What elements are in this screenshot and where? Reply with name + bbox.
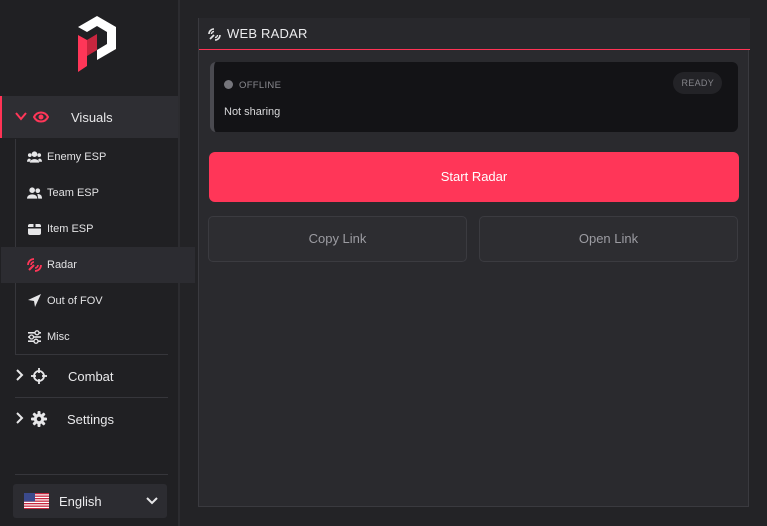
subnav-enemy-esp-label: Enemy ESP xyxy=(47,151,107,163)
subnav-item-esp-label: Item ESP xyxy=(47,223,94,235)
nav-settings[interactable]: Settings xyxy=(0,398,178,440)
eye-icon xyxy=(33,111,49,123)
status-indicator xyxy=(224,80,233,89)
nav-visuals[interactable]: Visuals xyxy=(0,96,178,138)
status-label: OFFLINE xyxy=(239,80,282,91)
language-select[interactable]: English xyxy=(13,484,167,518)
us-flag-icon xyxy=(24,493,49,509)
team-icon xyxy=(27,187,42,199)
nav-combat-label: Combat xyxy=(68,368,114,384)
copy-link-button[interactable]: Copy Link xyxy=(208,216,467,262)
sliders-icon xyxy=(28,330,41,344)
radar-icon xyxy=(208,28,221,41)
subnav-team-esp[interactable]: Team ESP xyxy=(16,175,179,211)
subnav-misc-label: Misc xyxy=(47,331,70,343)
visuals-submenu: Enemy ESP Team ESP Item ESP Radar Out of… xyxy=(1,139,195,355)
subnav-item-esp[interactable]: Item ESP xyxy=(16,211,179,247)
chevron-down-icon xyxy=(146,497,158,505)
chevron-right-icon xyxy=(16,369,24,381)
subnav-radar-label: Radar xyxy=(47,259,77,271)
panel-header: WEB RADAR xyxy=(199,18,750,50)
web-radar-panel: WEB RADAR OFFLINE READY Not sharing Star… xyxy=(198,18,750,507)
start-radar-button[interactable]: Start Radar xyxy=(209,152,739,202)
box-icon xyxy=(28,224,41,235)
subnav-out-of-fov[interactable]: Out of FOV xyxy=(16,283,179,319)
subnav-out-of-fov-label: Out of FOV xyxy=(47,295,103,307)
crosshair-icon xyxy=(31,368,47,384)
open-link-button[interactable]: Open Link xyxy=(479,216,738,262)
subnav-misc[interactable]: Misc xyxy=(16,319,179,355)
app-logo xyxy=(78,16,116,72)
radar-icon xyxy=(27,258,42,272)
arrow-icon xyxy=(28,294,41,307)
divider xyxy=(15,474,168,475)
nav-settings-label: Settings xyxy=(67,411,114,427)
status-badge: READY xyxy=(673,72,722,94)
subnav-enemy-esp[interactable]: Enemy ESP xyxy=(16,139,179,175)
nav-visuals-label: Visuals xyxy=(71,109,113,125)
status-card: OFFLINE READY Not sharing xyxy=(210,62,738,132)
chevron-down-icon xyxy=(15,112,27,121)
gear-icon xyxy=(31,411,47,427)
users-icon xyxy=(27,151,42,163)
language-label: English xyxy=(59,493,102,509)
subnav-team-esp-label: Team ESP xyxy=(47,187,99,199)
nav-combat[interactable]: Combat xyxy=(0,355,178,397)
panel-title: WEB RADAR xyxy=(227,26,308,41)
sidebar: Visuals Enemy ESP Team ESP Item ESP Rada… xyxy=(0,0,195,526)
subnav-radar[interactable]: Radar xyxy=(1,247,195,283)
sharing-status-text: Not sharing xyxy=(224,106,281,118)
chevron-right-icon xyxy=(16,412,24,424)
